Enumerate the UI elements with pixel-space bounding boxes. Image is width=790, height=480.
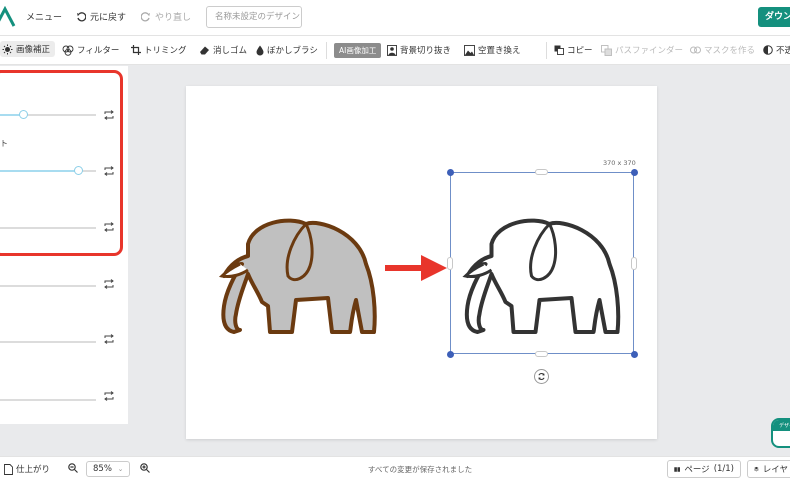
undo-icon [77,11,86,21]
person-cutout-icon [387,44,397,56]
resize-handle-bottom-left[interactable] [447,351,454,358]
elephant-original-image[interactable] [214,214,379,338]
download-button[interactable]: ダウン [758,7,790,27]
adjust-icon [2,44,13,54]
app-logo[interactable] [0,6,16,28]
layer-button[interactable]: レイヤ [747,460,790,478]
bottom-bar: 仕上がり 85% ⌄ すべての変更が保存されました ページ (1/1) レイヤ [0,456,790,480]
selection-box[interactable] [450,172,634,354]
redo-icon [141,11,150,21]
copy-icon [554,45,564,55]
zoom-select[interactable]: 85% ⌄ [86,461,130,477]
tool-background-remove[interactable]: 背景切り抜き [387,44,451,56]
slider-track [0,341,96,343]
tool-opacity[interactable]: 不透 [763,44,790,56]
tool-trim[interactable]: トリミング [131,44,187,56]
page-button[interactable]: ページ (1/1) [667,460,741,478]
undo-button[interactable]: 元に戻す [76,10,126,23]
resize-handle-top-right[interactable] [631,169,638,176]
toolbar-divider [326,42,327,59]
resize-handle-top-left[interactable] [447,169,454,176]
tool-image-adjust[interactable]: 画像補正 [0,41,56,57]
design-assist-widget[interactable]: デザイ [771,418,790,448]
menu-button[interactable]: メニュー [26,10,62,23]
filter-icon [62,45,74,56]
finish-button[interactable]: 仕上がり [4,463,50,475]
slider-track [0,285,96,287]
redo-button[interactable]: やり直し [141,10,191,23]
slider-track [0,399,96,401]
chevron-down-icon: ⌄ [117,465,124,473]
tool-filter[interactable]: フィルター [62,44,119,56]
landscape-icon [464,44,475,56]
highlight-box [0,70,123,256]
selection-size-label: 370 x 370 [603,159,636,167]
image-toolbar: 画像補正 フィルター トリミング 消しゴム ぼかしブラシ AI画像加工 背景切り… [0,36,790,65]
toolbar-divider [546,42,547,59]
resize-handle-bottom-right[interactable] [631,351,638,358]
crop-icon [131,45,141,55]
reset-icon[interactable] [103,334,115,344]
tool-pathfinder[interactable]: パスファインダー [601,44,683,56]
tool-sky-replace[interactable]: 空置き換え [464,44,521,56]
document-title-field[interactable]: 名称未設定のデザイン [206,6,302,28]
pathfinder-icon [601,44,612,56]
rotate-icon[interactable] [534,369,549,384]
resize-handle-bottom[interactable] [535,351,548,357]
ai-badge: AI画像加工 [334,43,382,58]
zoom-out-icon[interactable] [68,463,78,473]
book-icon [674,466,681,472]
top-bar: メニュー 元に戻す やり直し 名称未設定のデザイン ダウン [0,0,790,36]
layers-icon [754,466,759,472]
zoom-in-icon[interactable] [140,463,150,473]
mask-icon [690,46,701,54]
document-icon [4,463,13,475]
reset-icon[interactable] [103,279,115,289]
tool-make-mask[interactable]: マスクを作る [690,44,755,56]
drop-icon [256,45,264,55]
opacity-icon [763,45,773,55]
tool-copy[interactable]: コピー [554,44,593,56]
reset-icon[interactable] [103,391,115,401]
arrow-right-icon [385,255,447,281]
tool-eraser[interactable]: 消しゴム [199,44,247,56]
tool-blur-brush[interactable]: ぼかしブラシ [256,44,318,56]
save-status: すべての変更が保存されました [367,465,473,474]
design-assist-label: デザイ [773,420,790,431]
resize-handle-left[interactable] [447,257,453,270]
resize-handle-top[interactable] [535,169,548,175]
eraser-icon [200,46,209,55]
resize-handle-right[interactable] [631,257,637,270]
